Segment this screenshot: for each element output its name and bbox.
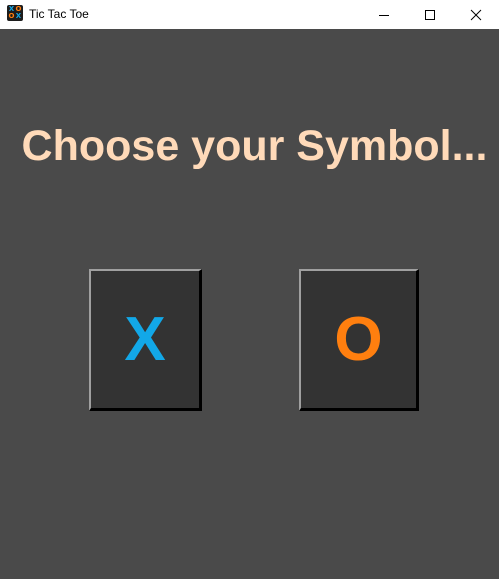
o-symbol-label: O — [334, 304, 383, 374]
minimize-icon — [379, 14, 389, 16]
app-icon: X O O X — [7, 5, 23, 21]
choose-o-button[interactable]: O — [299, 269, 419, 411]
app-icon-glyph: X — [15, 12, 22, 20]
window-title: Tic Tac Toe — [29, 7, 89, 21]
app-icon-glyph: O — [8, 12, 15, 20]
minimize-button[interactable] — [361, 0, 407, 29]
maximize-icon — [425, 9, 435, 20]
app-window: X O O X Tic Tac Toe Choose your Symbol..… — [0, 0, 499, 579]
x-symbol-label: X — [124, 304, 166, 374]
choose-symbol-heading: Choose your Symbol... — [21, 122, 488, 170]
choose-x-button[interactable]: X — [89, 269, 202, 411]
close-icon — [470, 9, 482, 20]
close-button[interactable] — [453, 0, 499, 29]
title-bar[interactable]: X O O X Tic Tac Toe — [0, 0, 499, 29]
maximize-button[interactable] — [407, 0, 453, 29]
